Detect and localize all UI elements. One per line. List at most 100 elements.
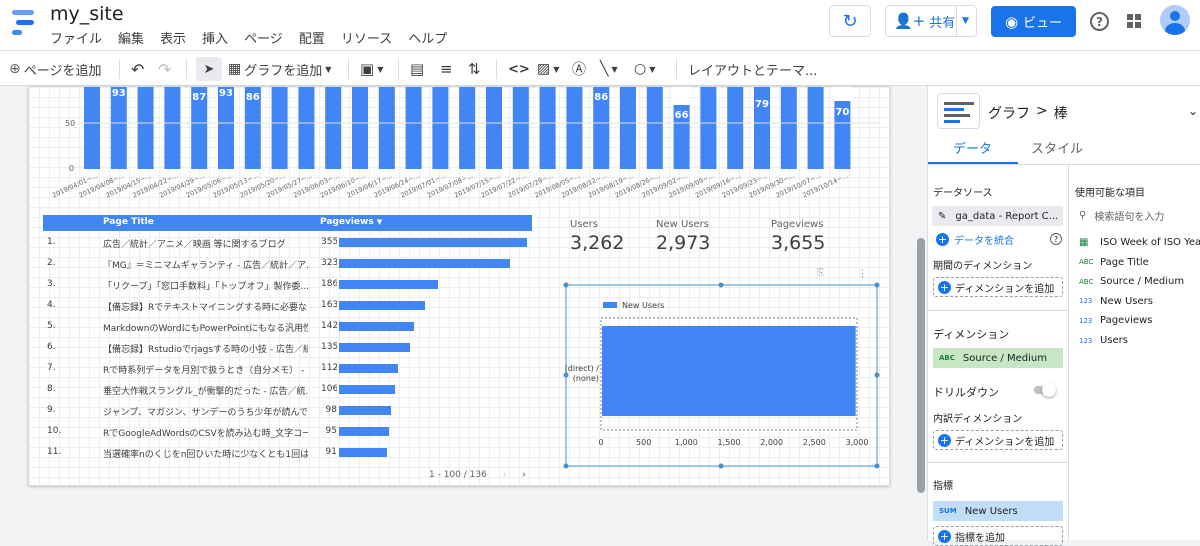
help-icon[interactable]: ? bbox=[1090, 12, 1109, 31]
table-row[interactable]: 4. 【備忘録】Rでテキストマイニングする時に必要な... 163 bbox=[43, 295, 533, 316]
week-bar[interactable] bbox=[727, 87, 744, 169]
report-title[interactable]: my_site bbox=[50, 3, 124, 25]
table-row[interactable]: 6. 【備忘録】Rstudioでrjagsする時の小技 - 広告／統... 135 bbox=[43, 337, 533, 358]
resize-handle[interactable] bbox=[718, 463, 724, 469]
week-bar[interactable] bbox=[405, 87, 422, 169]
resize-handle[interactable] bbox=[874, 463, 880, 469]
week-bar[interactable] bbox=[459, 87, 476, 169]
available-field[interactable]: ▦ ISO Week of ISO Year bbox=[1079, 237, 1200, 248]
week-bar[interactable] bbox=[218, 87, 234, 169]
refresh-button[interactable]: ↻ bbox=[829, 5, 871, 37]
week-bar[interactable] bbox=[432, 87, 449, 169]
menu-help[interactable]: ヘルプ bbox=[408, 28, 447, 47]
table-row[interactable]: 10. RでGoogleAdWordsのCSVを読み込む時_文字コード... 95 bbox=[43, 421, 533, 442]
date-range-icon[interactable]: ▤ bbox=[410, 57, 424, 81]
canvas-scrollbar[interactable] bbox=[917, 238, 925, 493]
week-bar[interactable] bbox=[164, 87, 181, 169]
collapse-chevron-icon[interactable]: ⌄ bbox=[1188, 104, 1198, 118]
data-control-icon[interactable]: ⇅ bbox=[468, 57, 481, 81]
apps-grid-icon[interactable] bbox=[1127, 14, 1141, 28]
chevron-down-icon[interactable]: ▼ bbox=[962, 16, 969, 26]
layout-theme-button[interactable]: レイアウトとテーマ... bbox=[688, 57, 817, 81]
resize-handle[interactable] bbox=[563, 463, 569, 469]
menu-arrange[interactable]: 配置 bbox=[299, 28, 325, 47]
avatar[interactable] bbox=[1160, 5, 1190, 35]
shape-icon[interactable]: ○ ▼ bbox=[634, 57, 655, 81]
menu-file[interactable]: ファイル bbox=[50, 28, 102, 47]
dimension-chip[interactable]: ABC Source / Medium bbox=[933, 348, 1063, 368]
add-metric-button[interactable]: + 指標を追加 bbox=[933, 526, 1063, 546]
resize-handle[interactable] bbox=[563, 372, 569, 378]
add-breakdown-dimension[interactable]: + ディメンションを追加 bbox=[933, 430, 1063, 450]
column-header-title[interactable]: Page Title bbox=[103, 217, 154, 227]
week-bar[interactable] bbox=[620, 87, 636, 169]
week-bar[interactable] bbox=[298, 87, 315, 169]
available-field[interactable]: ABC Page Title bbox=[1079, 257, 1149, 268]
selected-hbar-chart[interactable]: New Users (direct) /(none) 0 500 1,000 1,500 2… bbox=[561, 279, 881, 469]
view-button[interactable]: ◉ ビュー bbox=[991, 6, 1076, 37]
add-chart-button[interactable]: ▦ グラフを追加 ▼ bbox=[228, 57, 331, 81]
available-field[interactable]: 123 Pageviews bbox=[1079, 315, 1152, 326]
week-bar[interactable] bbox=[137, 87, 154, 169]
blend-data-button[interactable]: + データを統合 bbox=[936, 232, 1014, 247]
table-row[interactable]: 7. Rで時系列データを月別で扱うとき（自分メモ） - ... 112 bbox=[43, 358, 533, 379]
menu-page[interactable]: ページ bbox=[244, 28, 283, 47]
available-field[interactable]: 123 New Users bbox=[1079, 296, 1153, 307]
add-period-dimension[interactable]: + ディメンションを追加 bbox=[933, 277, 1063, 297]
week-bar[interactable] bbox=[378, 87, 395, 169]
redo-icon[interactable]: ↷ bbox=[158, 57, 171, 81]
menu-edit[interactable]: 編集 bbox=[118, 28, 144, 47]
table-row[interactable]: 8. 垂空大作戦スラングル_が衝撃的だった - 広告／統... 106 bbox=[43, 379, 533, 400]
week-bar[interactable] bbox=[110, 87, 127, 169]
week-bar[interactable] bbox=[566, 87, 583, 169]
filter-icon[interactable]: ≡ bbox=[440, 57, 453, 81]
metric-chip[interactable]: SUM New Users bbox=[933, 501, 1063, 521]
image-icon[interactable]: ▨ ▼ bbox=[537, 57, 559, 81]
resize-handle[interactable] bbox=[718, 282, 724, 288]
table-row[interactable]: 5. MarkdownのWordにもPowerPointにもなる汎用性の... 14… bbox=[43, 316, 533, 337]
menu-view[interactable]: 表示 bbox=[160, 28, 186, 47]
table-row[interactable]: 1. 広告／統計／アニメ／映画 等に関するブログ 355 bbox=[43, 232, 533, 253]
tab-style[interactable]: スタイル bbox=[1031, 138, 1083, 157]
table-row[interactable]: 9. ジャンプ、マガジン、サンデーのうち少年が読んで... 98 bbox=[43, 400, 533, 421]
week-bar[interactable] bbox=[486, 87, 502, 169]
next-page-icon[interactable]: › bbox=[522, 470, 526, 480]
week-bar[interactable] bbox=[780, 87, 797, 169]
help-circle-icon[interactable]: ? bbox=[1050, 233, 1062, 245]
week-bar[interactable] bbox=[84, 87, 100, 169]
week-bar[interactable] bbox=[807, 87, 824, 169]
data-source-chip[interactable]: ✎ ga_data - Report C... bbox=[932, 206, 1063, 226]
resize-handle[interactable] bbox=[563, 282, 569, 288]
drilldown-toggle[interactable] bbox=[1034, 383, 1056, 397]
scorecard-pageviews[interactable]: Pageviews 3,655 bbox=[771, 219, 825, 254]
controls-icon[interactable]: ▣ ▼ bbox=[360, 57, 383, 81]
table-row[interactable]: 3. 「リクープ」「窓口手数料」「トップオフ」製作委... 186 bbox=[43, 274, 533, 295]
resize-handle[interactable] bbox=[874, 282, 880, 288]
week-bar[interactable] bbox=[700, 87, 717, 169]
tab-data[interactable]: データ bbox=[953, 138, 992, 157]
field-search[interactable]: ⚲ 検索語句を入力 bbox=[1079, 206, 1197, 224]
week-bar[interactable] bbox=[646, 87, 663, 169]
week-bar[interactable] bbox=[512, 87, 529, 169]
undo-icon[interactable]: ↶ bbox=[131, 57, 144, 81]
chart-type-icon[interactable] bbox=[937, 93, 980, 129]
available-field[interactable]: 123 Users bbox=[1079, 335, 1128, 346]
available-field[interactable]: ABC Source / Medium bbox=[1079, 276, 1184, 287]
new-users-bar[interactable] bbox=[602, 326, 856, 416]
menu-resource[interactable]: リソース bbox=[341, 28, 392, 47]
week-bar[interactable] bbox=[539, 87, 556, 169]
embed-url-icon[interactable]: <> bbox=[508, 57, 530, 81]
text-box-icon[interactable]: Ⓐ bbox=[572, 57, 586, 81]
line-icon[interactable]: ╲ ▼ bbox=[600, 57, 618, 81]
prev-page-icon[interactable]: ‹ bbox=[503, 470, 507, 480]
scorecard-new-users[interactable]: New Users 2,973 bbox=[656, 219, 710, 254]
add-page-button[interactable]: ⊕ ページを追加 bbox=[9, 57, 101, 81]
select-cursor-icon[interactable]: ➤ bbox=[196, 57, 222, 81]
share-button[interactable]: 👤+ 共有 ▼ bbox=[885, 5, 977, 37]
week-bar[interactable] bbox=[325, 87, 342, 169]
week-bar[interactable] bbox=[271, 87, 288, 169]
menu-insert[interactable]: 挿入 bbox=[202, 28, 228, 47]
table-row[interactable]: 11. 当選確率nのくじをn回ひいた時に少なくとも1回は... 91 bbox=[43, 442, 533, 463]
chart-edit-icon[interactable]: ⎘ bbox=[817, 268, 824, 278]
scorecard-users[interactable]: Users 3,262 bbox=[570, 219, 624, 254]
